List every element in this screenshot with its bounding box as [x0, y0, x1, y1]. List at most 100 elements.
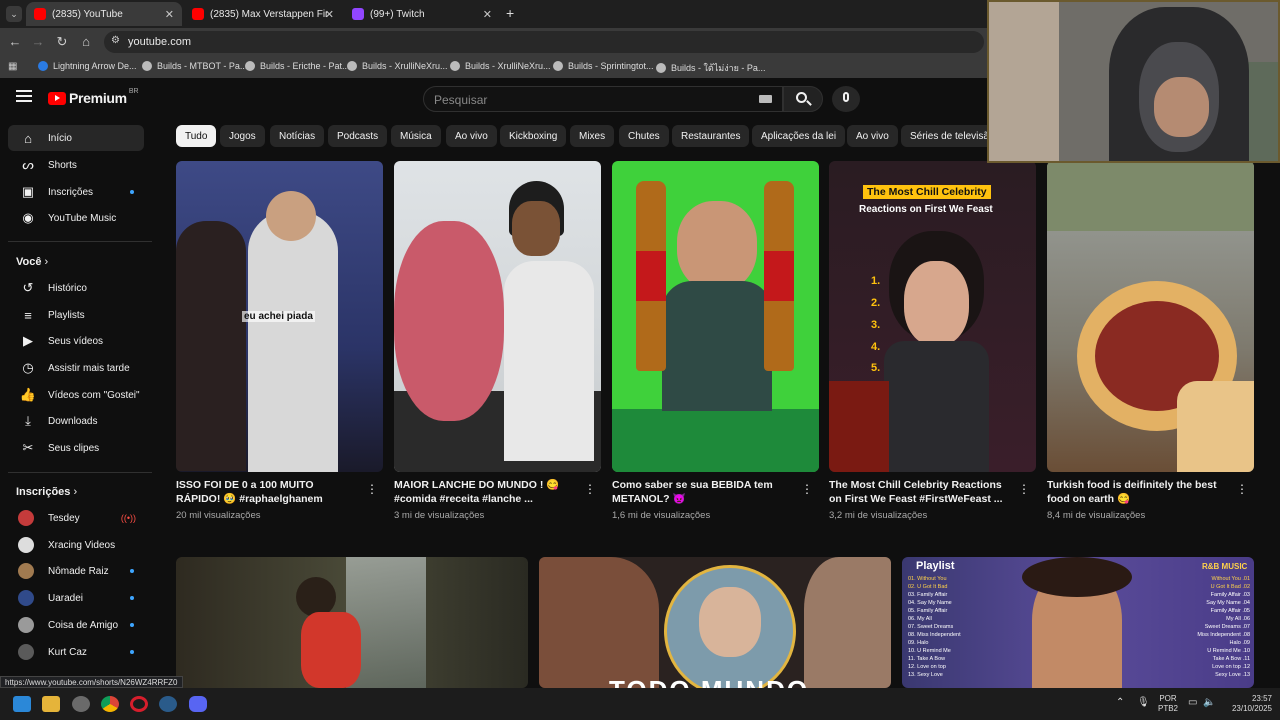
video-thumbnail[interactable]: [394, 161, 601, 472]
sidebar-item-historico[interactable]: ↺ Histórico: [8, 275, 144, 301]
your-videos-icon: ▶: [23, 333, 33, 348]
opera-icon[interactable]: [130, 696, 148, 712]
chip-noticias[interactable]: Notícias: [270, 125, 325, 147]
video-thumbnail[interactable]: The Most Chill Celebrity Reactions on Fi…: [829, 161, 1036, 472]
more-options-icon[interactable]: ⋮: [1018, 482, 1030, 496]
chip-tudo[interactable]: Tudo: [176, 125, 217, 147]
subscriptions-section-heading[interactable]: Inscrições ›: [16, 486, 77, 498]
browser-tab-youtube[interactable]: (2835) YouTube ✕: [26, 2, 182, 26]
close-tab-icon[interactable]: ✕: [483, 8, 492, 21]
bookmark-item[interactable]: Builds - XrulliNeXru...: [347, 61, 448, 71]
clock[interactable]: 23:57 23/10/2025: [1222, 694, 1272, 714]
discord-icon[interactable]: [189, 696, 207, 712]
video-title[interactable]: The Most Chill Celebrity Reactions on Fi…: [829, 478, 1005, 506]
close-tab-icon[interactable]: ✕: [165, 8, 174, 21]
windows-start-icon[interactable]: [13, 696, 31, 712]
file-explorer-icon[interactable]: [42, 696, 60, 712]
network-icon[interactable]: ▭: [1188, 697, 1197, 708]
bookmark-item[interactable]: Builds - Sprintingtot...: [553, 61, 654, 71]
sidebar-item-seus-videos[interactable]: ▶ Seus vídeos: [8, 328, 144, 354]
chip-ao-vivo[interactable]: Ao vivo: [446, 125, 497, 147]
keyboard-lang[interactable]: POR PTB2: [1158, 694, 1178, 714]
chip-kickboxing[interactable]: Kickboxing: [500, 125, 567, 147]
sidebar-item-seus-clipes[interactable]: ✂ Seus clipes: [8, 435, 144, 461]
menu-hamburger-icon[interactable]: [16, 90, 32, 102]
sidebar-item-videos-gostei[interactable]: 👍 Vídeos com "Gostei": [8, 382, 144, 408]
sidebar-item-inicio[interactable]: ⌂ Início: [8, 125, 144, 151]
video-thumbnail[interactable]: Playlist R&B MUSIC 01. Without You 02. U …: [902, 557, 1254, 688]
bookmark-favicon-icon: [347, 61, 357, 71]
more-options-icon[interactable]: ⋮: [1236, 482, 1248, 496]
voice-search-button[interactable]: [832, 86, 860, 112]
chip-mixes[interactable]: Mixes: [570, 125, 615, 147]
video-thumbnail[interactable]: TODO MUNDO: [539, 557, 891, 688]
chip-aplicacoes-da-lei[interactable]: Aplicações da lei: [752, 125, 846, 147]
bookmark-item[interactable]: Builds - Ericthe - Pat...: [245, 61, 350, 71]
chrome-icon[interactable]: [101, 696, 119, 712]
chip-musica[interactable]: Música: [391, 125, 441, 147]
apps-grid-icon[interactable]: ▦: [8, 61, 17, 72]
youtube-logo[interactable]: Premium BR: [48, 88, 139, 106]
search-input[interactable]: Pesquisar: [423, 86, 783, 112]
close-tab-icon[interactable]: ✕: [325, 8, 334, 21]
steam-icon[interactable]: [159, 696, 177, 712]
video-title[interactable]: ISSO FOI DE 0 a 100 MUITO RÁPIDO! 🥹 #rap…: [176, 478, 352, 506]
more-options-icon[interactable]: ⋮: [584, 482, 596, 496]
site-info-icon[interactable]: ⚙: [111, 35, 120, 46]
track-item: Take A Bow .11: [1212, 656, 1250, 662]
browser-tab-twitch[interactable]: (99+) Twitch ✕: [344, 2, 500, 26]
subscription-item[interactable]: Kurt Caz: [8, 639, 144, 665]
video-thumbnail[interactable]: eu achei piada: [176, 161, 383, 472]
bookmark-item[interactable]: Builds - ใต้ไม่ง่าย - Pa...: [656, 61, 765, 75]
more-options-icon[interactable]: ⋮: [366, 482, 378, 496]
reload-icon[interactable]: ↻: [54, 34, 70, 50]
video-title[interactable]: Turkish food is deifinitely the best foo…: [1047, 478, 1223, 506]
app-icon[interactable]: [72, 696, 90, 712]
back-arrow-icon[interactable]: ←: [7, 34, 23, 49]
subscription-item[interactable]: Uaradei: [8, 585, 144, 611]
history-icon: ↺: [22, 280, 34, 295]
chip-restaurantes[interactable]: Restaurantes: [672, 125, 750, 147]
subscription-item[interactable]: Nômade Raiz: [8, 558, 144, 584]
video-thumbnail[interactable]: [612, 161, 819, 472]
bookmark-item[interactable]: Builds - MTBOT - Pa...: [142, 61, 247, 71]
microphone-icon[interactable]: 🎙: [1137, 697, 1150, 708]
new-tab-button[interactable]: +: [506, 5, 514, 21]
track-item: 02. U Got It Bad: [908, 584, 948, 590]
sidebar-item-youtube-music[interactable]: ◉ YouTube Music: [8, 205, 144, 231]
chip-ao-vivo-2[interactable]: Ao vivo: [847, 125, 898, 147]
browser-tab-max-verstappen[interactable]: (2835) Max Verstappen Finds H ✕: [184, 2, 342, 26]
chevron-up-icon[interactable]: ⌃: [1116, 697, 1124, 708]
chip-chutes[interactable]: Chutes: [619, 125, 669, 147]
tab-list-button[interactable]: ⌄: [6, 6, 22, 22]
keyboard-icon[interactable]: [759, 95, 772, 103]
you-section-heading[interactable]: Você ›: [16, 256, 48, 268]
subscription-item[interactable]: Coisa de Amigo: [8, 612, 144, 638]
chip-jogos[interactable]: Jogos: [220, 125, 265, 147]
logo-text: Premium: [69, 90, 127, 106]
video-thumbnail[interactable]: [176, 557, 528, 688]
subscription-item[interactable]: Xracing Videos: [8, 532, 144, 558]
volume-icon[interactable]: 🔈: [1203, 697, 1215, 708]
search-button[interactable]: [783, 86, 823, 112]
omnibox[interactable]: ⚙ youtube.com: [104, 31, 984, 53]
sidebar-item-assistir-mais-tarde[interactable]: ◷ Assistir mais tarde: [8, 355, 144, 381]
sidebar-item-shorts[interactable]: ᔕ Shorts: [8, 152, 144, 178]
bookmark-item[interactable]: Lightning Arrow De...: [38, 61, 137, 71]
track-item: 09. Halo: [908, 640, 929, 646]
more-options-icon[interactable]: ⋮: [801, 482, 813, 496]
chip-podcasts[interactable]: Podcasts: [328, 125, 388, 147]
sidebar-item-playlists[interactable]: ≡ Playlists: [8, 302, 144, 328]
subscription-item[interactable]: Tesdey ((•)): [8, 505, 144, 531]
download-icon: ⤓: [25, 413, 31, 428]
home-icon[interactable]: ⌂: [78, 34, 94, 49]
bookmark-favicon-icon: [38, 61, 48, 71]
forward-arrow-icon[interactable]: →: [30, 34, 46, 49]
video-title[interactable]: MAIOR LANCHE DO MUNDO ! 😋 #comida #recei…: [394, 478, 570, 506]
video-thumbnail[interactable]: [1047, 161, 1254, 472]
bookmark-favicon-icon: [450, 61, 460, 71]
sidebar-item-downloads[interactable]: ⤓ Downloads: [8, 408, 144, 434]
sidebar-item-inscricoes[interactable]: ▣ Inscrições: [8, 179, 144, 205]
video-title[interactable]: Como saber se sua BEBIDA tem METANOL? 👿: [612, 478, 788, 506]
bookmark-item[interactable]: Builds - XrulliNeXru...: [450, 61, 551, 71]
